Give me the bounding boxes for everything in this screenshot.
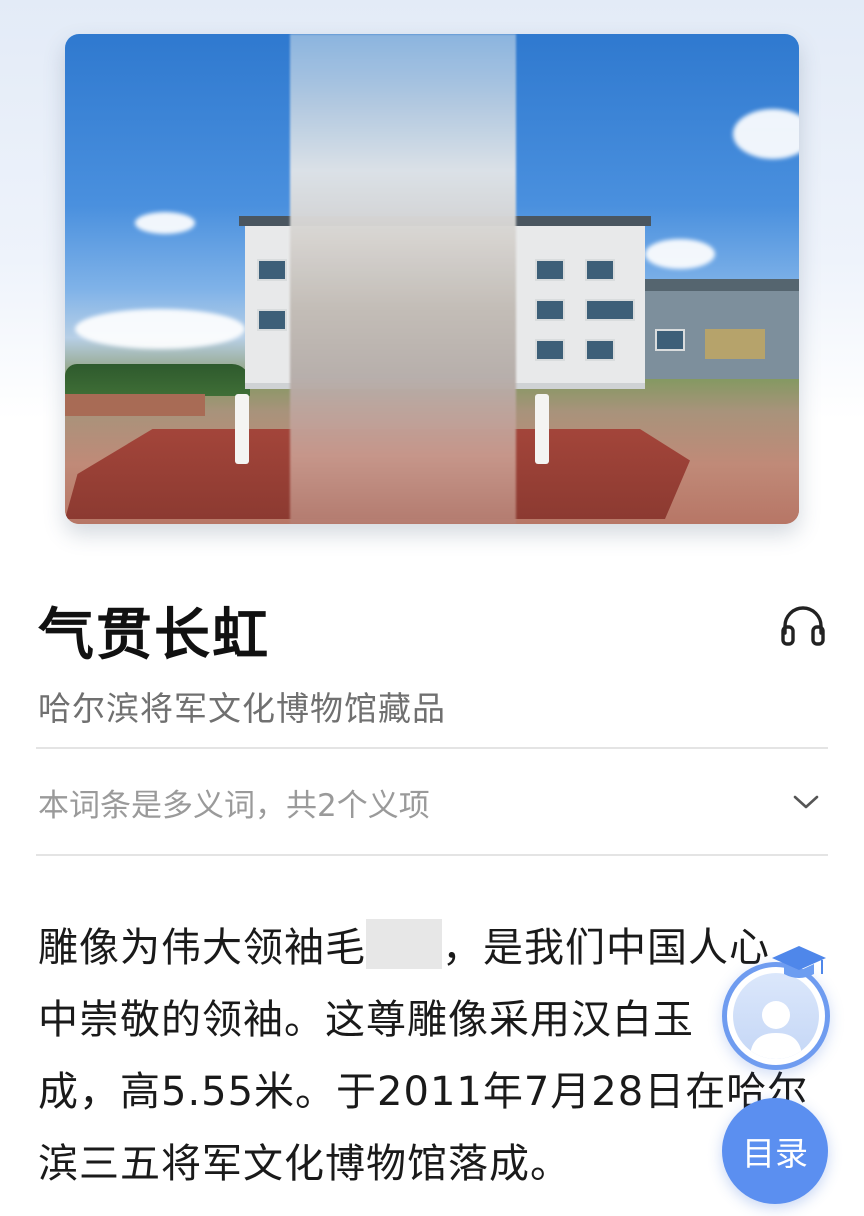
summary-line-4: 滨三五将军文化博物馆落成。 <box>38 1141 571 1187</box>
toc-button[interactable]: 目录 <box>722 1098 828 1204</box>
page-subtitle: 哈尔滨将军文化博物馆藏品 <box>38 689 446 728</box>
chevron-down-icon[interactable] <box>786 782 826 822</box>
headphones-icon <box>781 606 825 646</box>
tree-line <box>65 364 250 396</box>
cloud-decoration <box>733 109 799 159</box>
summary-text: ，是我们中国人心 <box>442 925 770 971</box>
building-window <box>585 259 615 281</box>
platform-post <box>535 394 549 464</box>
background-building <box>65 394 205 416</box>
wall-panel <box>705 329 765 359</box>
warehouse <box>645 279 799 379</box>
page-title: 气贯长虹 <box>38 603 270 668</box>
redacted-block <box>366 919 442 969</box>
summary-line-3: 成，高5.55米。于2011年7月28日在哈尔 <box>38 1069 809 1115</box>
cloud-decoration <box>135 212 195 234</box>
blurred-statue <box>290 34 516 524</box>
cloud-decoration <box>645 239 715 269</box>
polysemy-selector[interactable]: 本词条是多义词，共2个义项 <box>36 750 828 854</box>
graduation-cap-icon <box>770 944 828 988</box>
entry-summary: 雕像为伟大领袖毛 ，是我们中国人心 中崇敬的领袖。这尊雕像采用汉白玉 成，高5.5… <box>38 912 818 1200</box>
cloud-decoration <box>75 309 245 349</box>
building-window <box>257 309 287 331</box>
warehouse-roof <box>645 279 799 291</box>
audio-button[interactable] <box>778 600 828 650</box>
divider <box>36 854 828 856</box>
divider <box>36 747 828 749</box>
warehouse-window <box>655 329 685 351</box>
building-window <box>535 259 565 281</box>
hero-image[interactable] <box>65 34 799 524</box>
building-window <box>535 339 565 361</box>
building-window <box>257 259 287 281</box>
building-window <box>585 299 635 321</box>
polysemy-notice: 本词条是多义词，共2个义项 <box>38 787 430 824</box>
platform-post <box>235 394 249 464</box>
summary-line-2: 中崇敬的领袖。这尊雕像采用汉白玉 <box>38 997 694 1043</box>
summary-line-1: 雕像为伟大领袖毛 ，是我们中国人心 <box>38 912 818 984</box>
building-window <box>535 299 565 321</box>
building-window <box>585 339 615 361</box>
summary-text: 雕像为伟大领袖毛 <box>38 925 366 971</box>
